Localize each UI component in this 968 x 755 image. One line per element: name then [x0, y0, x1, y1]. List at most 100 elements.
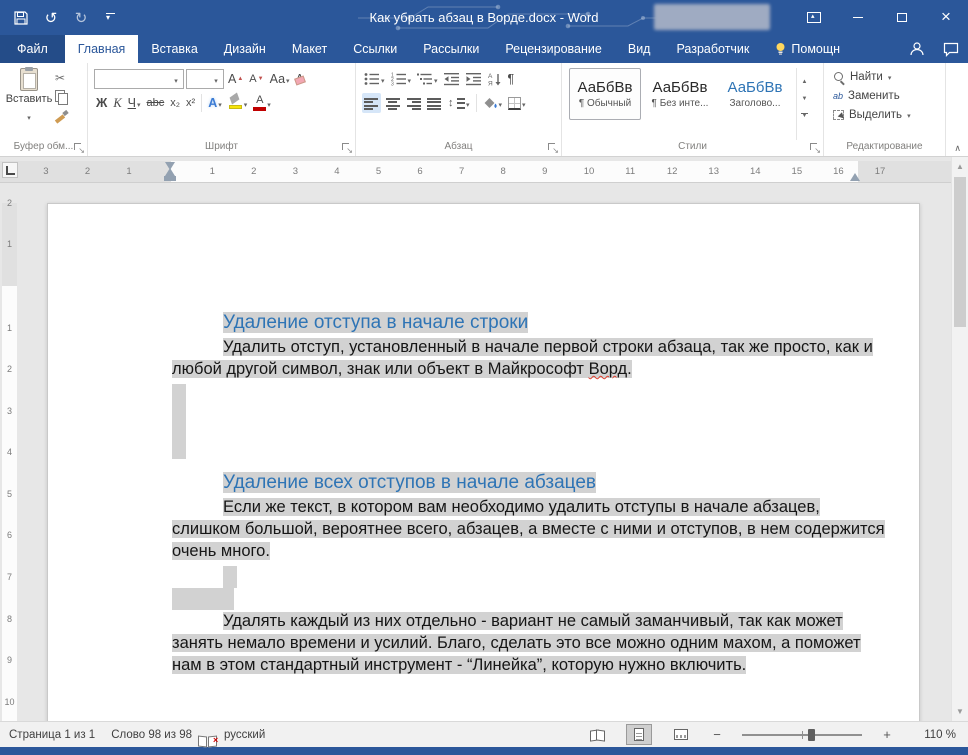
bold-button[interactable]: Ж	[94, 93, 109, 113]
read-mode-button[interactable]	[584, 724, 610, 745]
maximize-button[interactable]	[880, 0, 924, 35]
style-normal[interactable]: АаБбВв ¶ Обычный	[569, 68, 641, 120]
numbering-button[interactable]: 123	[389, 69, 414, 89]
feedback-button[interactable]	[934, 35, 968, 63]
tab-design[interactable]: Дизайн	[211, 35, 279, 63]
horizontal-ruler[interactable]: 3 2 1 1 2 3 4 5 6 7 8 9 10 11 12 13 14 15 16 17	[0, 161, 951, 183]
cut-button[interactable]: ✂	[55, 70, 77, 85]
style-heading[interactable]: АаБбВв Заголово...	[719, 68, 791, 120]
align-left-button[interactable]	[362, 93, 381, 113]
text-effects-button[interactable]: А	[206, 93, 224, 113]
find-button[interactable]: Найти	[833, 69, 943, 85]
tab-file[interactable]: Файл	[0, 35, 65, 63]
zoom-slider[interactable]	[742, 728, 862, 742]
show-formatting-marks-button[interactable]: ¶	[506, 69, 517, 89]
scrollbar-thumb[interactable]	[954, 177, 966, 327]
web-layout-button[interactable]	[668, 724, 694, 745]
line-spacing-button[interactable]	[446, 93, 472, 113]
account-button[interactable]	[900, 35, 934, 63]
strikethrough-button[interactable]: abc	[144, 93, 166, 113]
font-group-body: А А Аа А Ж К Ч abc х₂ х² А	[88, 63, 355, 140]
increase-indent-button[interactable]	[464, 69, 484, 89]
tab-references[interactable]: Ссылки	[340, 35, 410, 63]
tab-home[interactable]: Главная	[64, 35, 139, 63]
font-dialog-launcher[interactable]	[342, 143, 353, 155]
sort-button[interactable]: АЯ	[486, 69, 504, 89]
tab-insert[interactable]: Вставка	[138, 35, 210, 63]
styles-more-button[interactable]	[797, 107, 812, 124]
replace-button[interactable]: ab Заменить	[833, 88, 943, 104]
tab-mailings[interactable]: Рассылки	[410, 35, 492, 63]
vertical-scrollbar[interactable]	[951, 157, 968, 721]
undo-button[interactable]	[42, 9, 60, 27]
tab-layout[interactable]: Макет	[279, 35, 340, 63]
decrease-indent-button[interactable]	[442, 69, 462, 89]
highlight-button[interactable]	[226, 92, 250, 113]
ribbon-display-options-button[interactable]	[792, 0, 836, 35]
collapse-ribbon-button[interactable]	[954, 143, 961, 154]
styles-scroll-down-button[interactable]	[797, 90, 812, 107]
tab-view[interactable]: Вид	[615, 35, 664, 63]
italic-button[interactable]: К	[111, 93, 123, 113]
save-button[interactable]	[12, 9, 30, 27]
redo-button[interactable]	[72, 9, 90, 27]
styles-dialog-launcher[interactable]	[810, 143, 821, 155]
borders-button[interactable]	[506, 93, 528, 113]
change-case-button[interactable]: Аа	[268, 69, 292, 89]
zoom-level-button[interactable]: 110 %	[910, 729, 956, 741]
justify-button[interactable]	[425, 93, 444, 113]
zoom-out-button[interactable]: −	[710, 727, 724, 742]
font-size-combobox[interactable]	[186, 69, 224, 89]
clipboard-dialog-launcher[interactable]	[74, 143, 85, 155]
grow-font-icon: А	[228, 71, 237, 86]
format-painter-button[interactable]	[55, 108, 77, 123]
select-button[interactable]: Выделить	[833, 107, 943, 123]
grow-font-button[interactable]: А	[226, 69, 245, 89]
hanging-indent-marker[interactable]	[165, 168, 175, 176]
tell-me-assistant[interactable]: Помощн	[762, 35, 853, 63]
paragraph-dialog-launcher[interactable]	[548, 143, 559, 155]
style-no-spacing[interactable]: АаБбВв ¶ Без инте...	[644, 68, 716, 120]
font-name-value[interactable]	[95, 70, 169, 88]
align-right-button[interactable]	[404, 93, 423, 113]
shading-button[interactable]	[481, 93, 505, 113]
language-indicator[interactable]: русский	[224, 729, 265, 741]
font-name-dropdown[interactable]	[169, 70, 183, 88]
font-size-value[interactable]	[187, 70, 209, 88]
font-color-button[interactable]: А	[251, 93, 273, 113]
styles-scroll-up-button[interactable]	[797, 73, 812, 90]
clear-formatting-button[interactable]: А	[294, 69, 306, 89]
bullets-button[interactable]	[362, 69, 387, 89]
right-indent-marker[interactable]	[850, 173, 860, 181]
selected-empty-line	[172, 588, 234, 610]
customize-qat-button[interactable]	[102, 9, 120, 27]
scroll-up-arrow-icon[interactable]	[952, 162, 968, 171]
page-indicator[interactable]: Страница 1 из 1	[9, 729, 95, 741]
copy-button[interactable]	[55, 89, 77, 105]
zoom-in-button[interactable]: +	[880, 727, 894, 742]
zoom-slider-thumb[interactable]	[808, 728, 815, 741]
print-layout-button[interactable]	[626, 724, 652, 745]
underline-button[interactable]: Ч	[126, 93, 143, 113]
document-page[interactable]: Удаление отступа в начале строки Удалить…	[47, 203, 920, 721]
font-color-letter: А	[256, 94, 264, 106]
minimize-button[interactable]	[836, 0, 880, 35]
paste-button[interactable]: Вставить	[6, 67, 52, 140]
left-indent-marker[interactable]	[164, 176, 176, 181]
subscript-button[interactable]: х₂	[168, 93, 182, 113]
font-size-dropdown[interactable]	[209, 70, 223, 88]
close-button[interactable]	[924, 0, 968, 35]
align-center-button[interactable]	[383, 93, 402, 113]
multilevel-list-button[interactable]	[415, 69, 440, 89]
shrink-font-button[interactable]: А	[247, 69, 265, 89]
tab-stop-selector[interactable]	[2, 162, 18, 178]
clipboard-group: Вставить ✂ Буфер обм...	[0, 63, 88, 156]
superscript-button[interactable]: х²	[184, 93, 197, 113]
tab-developer[interactable]: Разработчик	[663, 35, 762, 63]
scroll-down-arrow-icon[interactable]	[952, 707, 968, 716]
vertical-ruler[interactable]: 2 1 1 2 3 4 5 6 7 8 9 10	[2, 198, 17, 721]
selected-text: Удаление всех отступов в начале абзацев	[223, 472, 596, 493]
tab-review[interactable]: Рецензирование	[492, 35, 615, 63]
word-count[interactable]: Слово 98 из 98	[111, 729, 192, 741]
font-name-combobox[interactable]	[94, 69, 184, 89]
